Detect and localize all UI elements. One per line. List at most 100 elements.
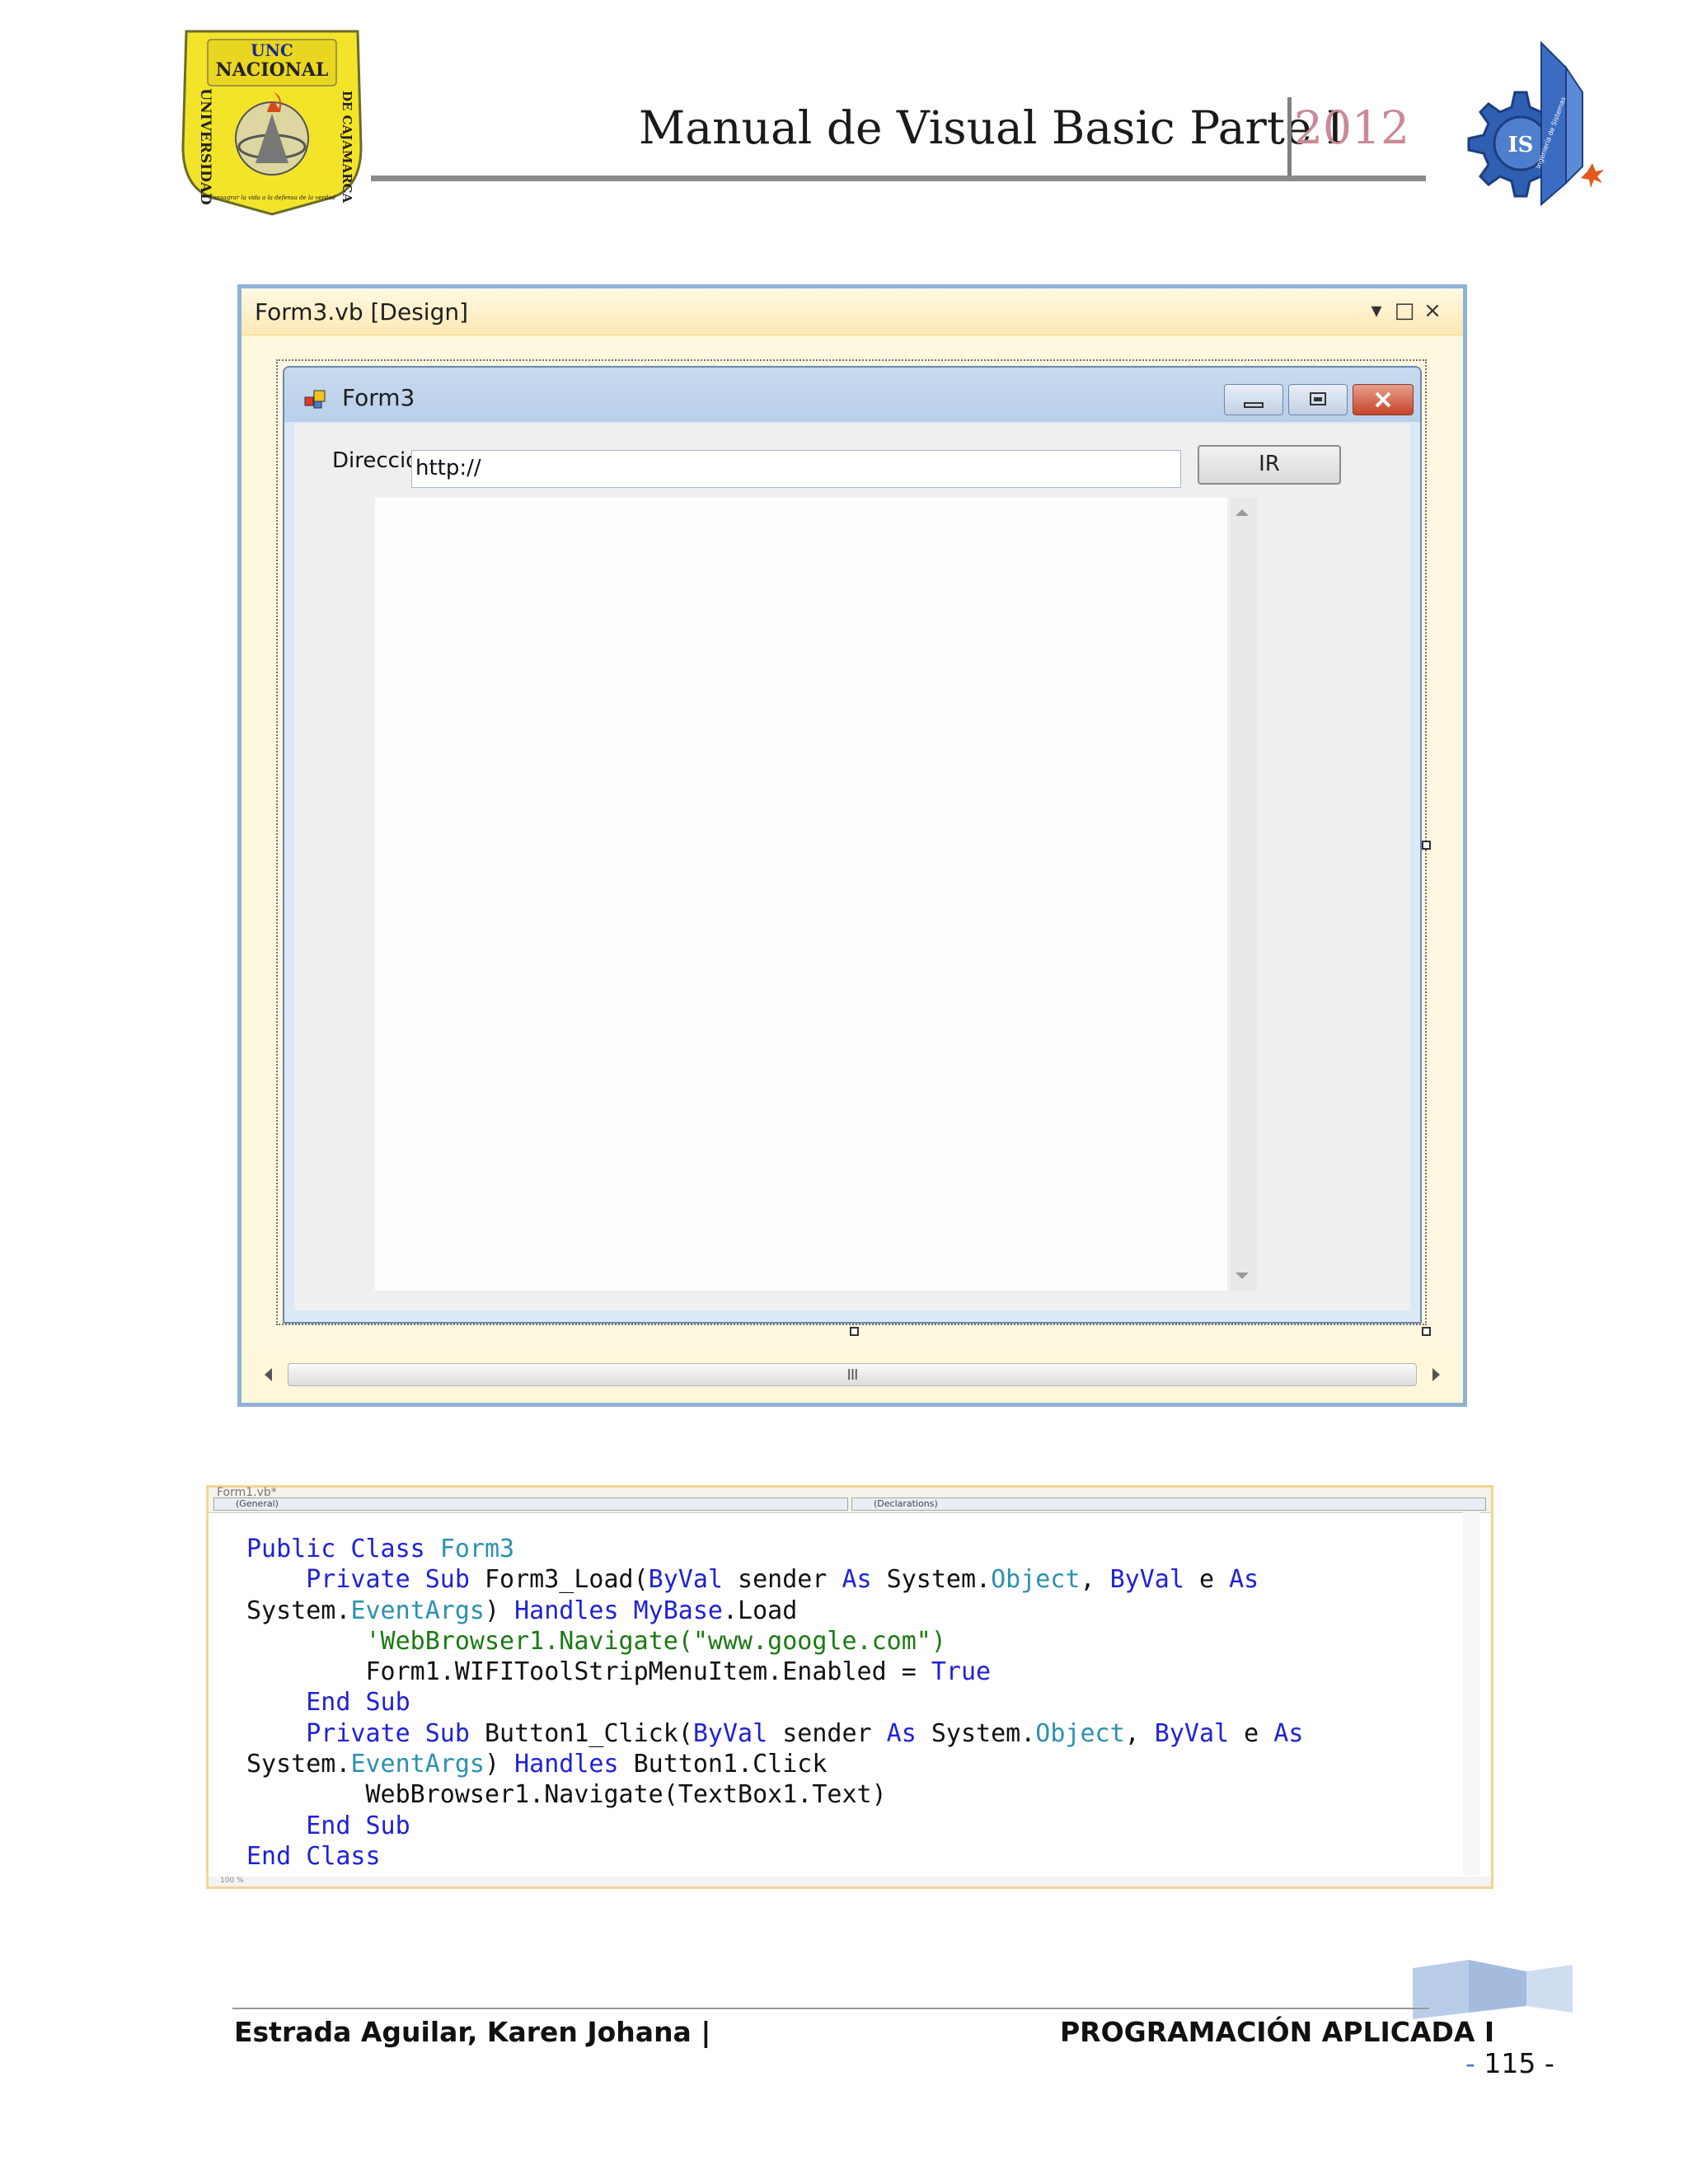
code-token: ) — [485, 1750, 515, 1779]
code-token: End Class — [246, 1841, 381, 1871]
code-token: Public Class — [246, 1535, 440, 1563]
go-button[interactable]: IR — [1198, 445, 1341, 485]
code-editor-header: Form1.vb* (General) (Declarations) — [209, 1486, 1491, 1513]
code-token: True — [931, 1657, 992, 1687]
code-line[interactable]: Form1.WIFIToolStripMenuItem.Enabled = Tr… — [246, 1657, 1303, 1687]
url-textbox[interactable]: http:// — [411, 450, 1181, 488]
code-token: ByVal — [1154, 1718, 1230, 1748]
minimize-button[interactable] — [1224, 384, 1283, 415]
code-token: .Load — [723, 1596, 798, 1625]
webbrowser-scrollbar[interactable] — [1231, 498, 1257, 1291]
code-token: 'WebBrowser1.Navigate("www.google.com") — [246, 1626, 946, 1656]
code-vertical-scrollbar[interactable] — [1463, 1512, 1479, 1875]
code-token: Private Sub — [246, 1718, 485, 1748]
code-token: ByVal — [692, 1718, 768, 1748]
code-token: ByVal — [648, 1565, 723, 1595]
page-number-value: 115 — [1484, 2047, 1536, 2079]
form3-title: Form3 — [342, 384, 415, 411]
code-token: EventArgs — [350, 1750, 485, 1779]
footer-author: Estrada Aguilar, Karen Johana | — [234, 2016, 711, 2048]
code-line[interactable]: 'WebBrowser1.Navigate("www.google.com") — [246, 1626, 1303, 1657]
logo-text-nacional: NACIONAL — [216, 59, 329, 81]
logo-text-is: IS — [1508, 133, 1534, 157]
form3-titlebar: Form3 — [284, 368, 1420, 422]
close-button[interactable] — [1353, 384, 1414, 415]
code-token: System. — [246, 1750, 351, 1779]
header-divider — [1287, 97, 1292, 176]
code-line[interactable]: Private Sub Button1_Click(ByVal sender A… — [246, 1718, 1303, 1749]
code-token: sender — [722, 1565, 842, 1595]
code-token: ) — [485, 1596, 515, 1625]
code-token: As — [1273, 1718, 1304, 1748]
resize-handle-bottom[interactable] — [850, 1327, 859, 1336]
form-app-icon — [304, 390, 326, 409]
code-token: e — [1184, 1565, 1230, 1595]
dropdown-icon[interactable]: ▾ — [1364, 297, 1389, 325]
close-x-icon — [1375, 391, 1391, 408]
zoom-level[interactable]: 100 % — [220, 1877, 244, 1885]
code-token: As — [1229, 1565, 1259, 1595]
code-line[interactable]: End Sub — [246, 1811, 1303, 1841]
logo-text-unc: UNC — [251, 40, 293, 60]
code-token: As — [842, 1565, 872, 1595]
code-token: e — [1229, 1718, 1274, 1748]
designer-tab-title[interactable]: Form3.vb [Design] — [255, 298, 468, 326]
code-token: EventArgs — [350, 1596, 485, 1625]
footer-decoration — [1413, 1960, 1573, 2019]
designer-titlebar: Form3.vb [Design] ▾ □ × — [241, 288, 1463, 335]
logo-text-cajamarca: DE CAJAMARCA — [340, 91, 354, 204]
scroll-left-arrow-icon[interactable] — [265, 1368, 272, 1381]
minimize-icon — [1244, 402, 1264, 408]
code-token: , — [1124, 1718, 1155, 1748]
code-line[interactable]: End Sub — [246, 1687, 1303, 1718]
form3-window[interactable]: Form3 Dirección http:// IR — [283, 366, 1422, 1324]
code-token: ByVal — [1109, 1565, 1184, 1595]
scroll-down-arrow-icon[interactable] — [1236, 1272, 1249, 1279]
code-line[interactable]: Private Sub Form3_Load(ByVal sender As S… — [246, 1564, 1303, 1595]
resize-handle-corner[interactable] — [1422, 1327, 1431, 1336]
restore-button[interactable] — [1288, 384, 1348, 415]
method-name-combo[interactable]: (Declarations) — [851, 1497, 1486, 1511]
code-line[interactable]: End Class — [246, 1841, 1303, 1872]
code-text[interactable]: Public Class Form3 Private Sub Form3_Loa… — [246, 1534, 1303, 1872]
page-header-title: Manual de Visual Basic Parte I — [639, 101, 1344, 154]
code-token: System. — [871, 1565, 992, 1595]
scroll-right-arrow-icon[interactable] — [1432, 1368, 1440, 1381]
code-token: System. — [916, 1718, 1036, 1748]
code-token: System. — [246, 1596, 351, 1625]
code-token: Button1.Click — [618, 1750, 828, 1779]
code-line[interactable]: System.EventArgs) Handles MyBase.Load — [246, 1596, 1303, 1626]
resize-handle-right[interactable] — [1422, 841, 1431, 850]
page-header-year: 2012 — [1294, 101, 1409, 154]
logo-text-universidad: UNIVERSIDAD — [197, 88, 213, 205]
logo-text-motto: Consagrar la vida a la defensa de la ver… — [209, 194, 336, 201]
footer-course: PROGRAMACIÓN APLICADA I — [1060, 2016, 1495, 2048]
code-editor-window: Form1.vb* (General) (Declarations) Publi… — [206, 1485, 1493, 1889]
close-icon[interactable]: × — [1420, 297, 1445, 325]
webbrowser-control[interactable] — [375, 498, 1227, 1291]
restore-icon — [1310, 392, 1326, 405]
scroll-up-arrow-icon[interactable] — [1236, 509, 1249, 516]
class-name-combo[interactable]: (General) — [213, 1497, 848, 1511]
code-token: Form3_Load( — [484, 1565, 649, 1595]
code-token: WebBrowser1.Navigate(TextBox1.Text) — [246, 1780, 887, 1810]
code-token: End Sub — [246, 1811, 410, 1840]
page-number: - 115 - — [1465, 2047, 1554, 2079]
code-line[interactable]: Public Class Form3 — [246, 1534, 1303, 1564]
code-line[interactable]: System.EventArgs) Handles Button1.Click — [246, 1749, 1303, 1779]
form3-client-area: Dirección http:// IR — [294, 424, 1410, 1310]
horizontal-scroll-thumb[interactable]: III — [288, 1363, 1417, 1386]
code-token: As — [886, 1718, 917, 1748]
designer-horizontal-scrollbar[interactable]: III — [253, 1360, 1451, 1390]
systems-engineering-logo: IS Ingeniería de Sistemas — [1467, 40, 1604, 207]
code-token: Form1.WIFIToolStripMenuItem.Enabled = — [246, 1657, 931, 1687]
maximize-icon[interactable]: □ — [1392, 297, 1417, 325]
code-zoom-bar: 100 % — [209, 1877, 1491, 1886]
designer-window: Form3.vb [Design] ▾ □ × Form3 Dirección … — [237, 284, 1467, 1407]
code-token: End Sub — [246, 1688, 410, 1718]
code-token: Handles MyBase — [514, 1596, 723, 1625]
university-logo: UNC NACIONAL UNIVERSIDAD DE CAJAMARCA Co… — [181, 30, 363, 216]
code-token: Private Sub — [246, 1565, 485, 1595]
code-line[interactable]: WebBrowser1.Navigate(TextBox1.Text) — [246, 1779, 1303, 1810]
code-token: Handles — [514, 1750, 619, 1779]
